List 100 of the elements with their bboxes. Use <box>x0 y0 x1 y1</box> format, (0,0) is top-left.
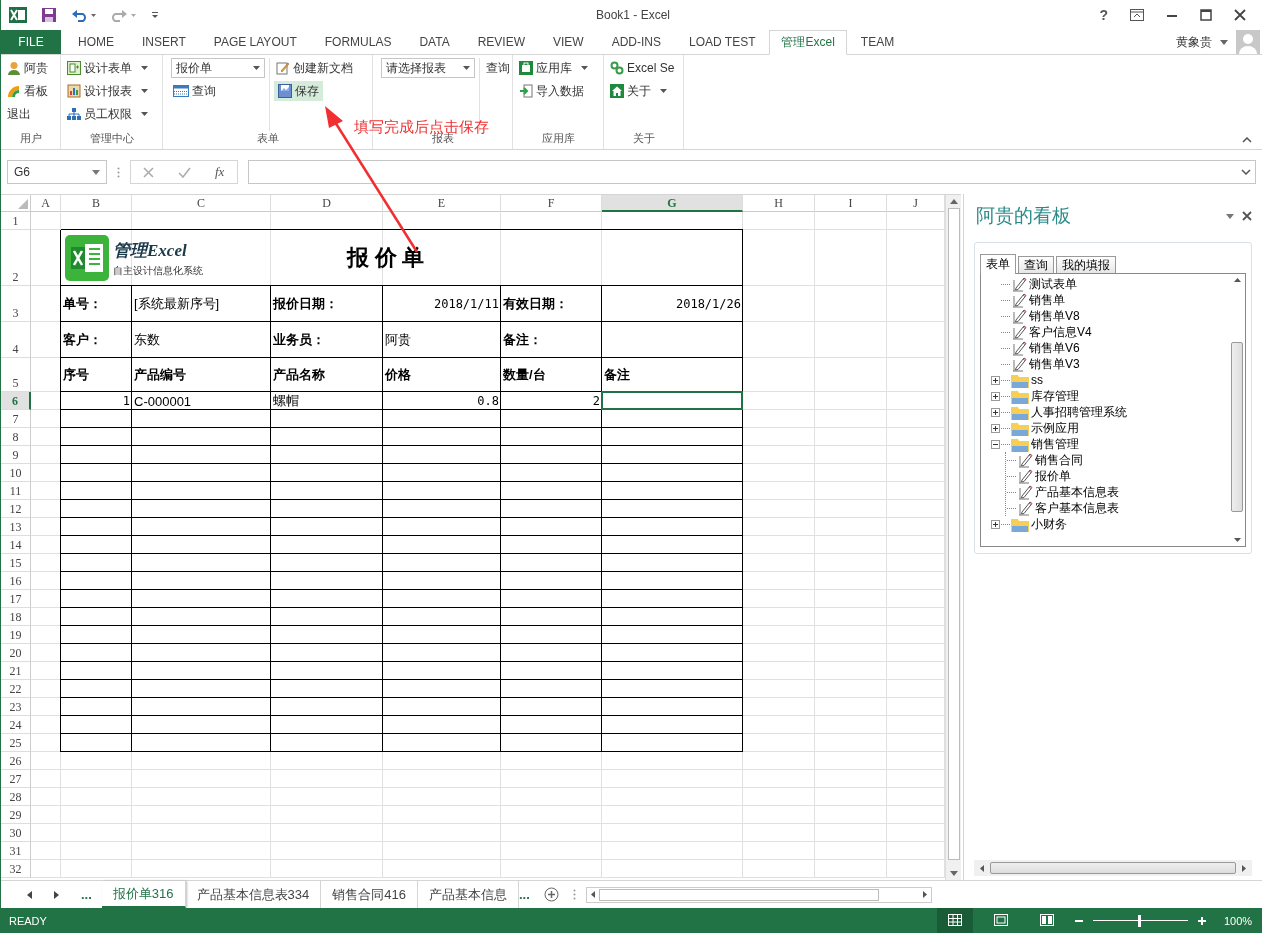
tree-item[interactable]: 销售管理 <box>1031 435 1079 453</box>
formula-input[interactable] <box>248 160 1256 184</box>
horizontal-scrollbar[interactable] <box>974 860 1252 876</box>
caret-icon[interactable] <box>1226 213 1234 219</box>
column-header[interactable]: C <box>132 195 271 212</box>
customize-toolbar-icon[interactable] <box>151 10 159 20</box>
add-sheet-icon[interactable] <box>543 887 559 902</box>
collapse-icon[interactable] <box>991 439 1000 449</box>
row-header[interactable]: 24 <box>1 716 31 734</box>
ribbon-tab[interactable]: FILE <box>1 30 61 54</box>
row-header[interactable]: 6 <box>1 392 31 410</box>
sheet-tab[interactable]: 报价单316 <box>101 881 186 908</box>
maximize-icon[interactable] <box>1200 9 1212 21</box>
app-library-menu[interactable]: 应用库 <box>517 58 590 78</box>
user-button[interactable]: 阿贵 <box>5 58 50 78</box>
ribbon-tab[interactable]: REVIEW <box>463 30 539 54</box>
splitter-icon[interactable] <box>572 889 576 900</box>
column-header[interactable]: J <box>887 195 945 212</box>
panel-tab[interactable]: 查询 <box>1018 256 1054 273</box>
help-button[interactable]: ? <box>1099 7 1108 23</box>
row-header[interactable]: 12 <box>1 500 31 518</box>
column-header[interactable]: H <box>743 195 815 212</box>
row-header[interactable]: 1 <box>1 212 31 230</box>
scroll-right-icon[interactable] <box>54 890 59 899</box>
ribbon-tab[interactable]: 管理Excel <box>769 30 847 55</box>
design-form-menu[interactable]: 设计表单 <box>65 58 150 78</box>
selected-cell[interactable] <box>601 391 743 410</box>
scroll-down-icon[interactable] <box>949 871 958 876</box>
row-header[interactable]: 25 <box>1 734 31 752</box>
tree-item[interactable]: 销售单V8 <box>1029 307 1080 325</box>
scrollbar-thumb[interactable] <box>947 208 960 860</box>
row-header[interactable]: 18 <box>1 608 31 626</box>
more-sheets-button[interactable]: ... <box>81 887 102 902</box>
scroll-left-icon[interactable] <box>27 890 32 899</box>
ribbon-tab[interactable]: LOAD TEST <box>675 30 770 54</box>
query-button[interactable]: 查询 <box>171 81 218 101</box>
expand-icon[interactable] <box>991 407 1000 417</box>
zoom-in-icon[interactable] <box>1198 916 1206 925</box>
tree-item[interactable]: 小财务 <box>1031 515 1067 533</box>
scrollbar-thumb[interactable] <box>598 888 879 901</box>
query-button[interactable]: 查询 <box>484 58 512 78</box>
expand-icon[interactable] <box>991 391 1000 401</box>
insert-function-button[interactable]: fx <box>215 164 225 180</box>
row-header[interactable]: 15 <box>1 554 31 572</box>
close-icon[interactable] <box>1242 211 1252 221</box>
scroll-up-icon[interactable] <box>949 199 958 204</box>
tree-item[interactable]: 客户信息V4 <box>1029 323 1092 341</box>
tree-item[interactable]: 销售单V6 <box>1029 339 1080 357</box>
logout-button[interactable]: 退出 <box>5 104 33 124</box>
tree-item[interactable]: ss <box>1031 373 1043 387</box>
report-dropdown[interactable]: 请选择报表 <box>381 58 475 78</box>
collapse-ribbon-icon[interactable] <box>1242 137 1252 143</box>
row-header[interactable]: 9 <box>1 446 31 464</box>
row-header[interactable]: 28 <box>1 788 31 806</box>
row-header[interactable]: 31 <box>1 842 31 860</box>
design-report-menu[interactable]: 设计报表 <box>65 81 150 101</box>
normal-view-icon[interactable] <box>937 908 973 933</box>
import-data-button[interactable]: 导入数据 <box>517 81 586 101</box>
row-header[interactable]: 26 <box>1 752 31 770</box>
tree-item[interactable]: 人事招聘管理系统 <box>1031 403 1127 421</box>
more-sheets-button[interactable]: ... <box>518 887 540 902</box>
row-header[interactable]: 21 <box>1 662 31 680</box>
expand-icon[interactable] <box>1241 169 1251 175</box>
tree-item[interactable]: 销售合同 <box>1035 451 1083 469</box>
column-header[interactable]: B <box>61 195 132 212</box>
excel-server-button[interactable]: Excel Se <box>608 58 677 78</box>
row-header[interactable]: 14 <box>1 536 31 554</box>
vertical-scrollbar[interactable] <box>945 195 961 880</box>
ribbon-tab[interactable]: DATA <box>405 30 464 54</box>
ribbon-tab[interactable]: INSERT <box>128 30 200 54</box>
column-header[interactable]: I <box>815 195 887 212</box>
row-header[interactable]: 13 <box>1 518 31 536</box>
column-header[interactable]: D <box>271 195 383 212</box>
panel-tab[interactable]: 我的填报 <box>1056 256 1116 273</box>
row-header[interactable]: 17 <box>1 590 31 608</box>
tree-item[interactable]: 产品基本信息表 <box>1035 483 1119 501</box>
tree-item[interactable]: 示例应用 <box>1031 419 1079 437</box>
new-document-button[interactable]: 创建新文档 <box>274 58 355 78</box>
expand-icon[interactable] <box>991 375 1000 385</box>
ribbon-tab[interactable]: FORMULAS <box>310 30 406 54</box>
row-header[interactable]: 7 <box>1 410 31 428</box>
row-header[interactable]: 22 <box>1 680 31 698</box>
ribbon-display-icon[interactable] <box>1130 9 1144 21</box>
row-header[interactable]: 32 <box>1 860 31 878</box>
ribbon-tab[interactable]: VIEW <box>539 30 598 54</box>
save-icon[interactable] <box>41 7 57 23</box>
row-header[interactable]: 30 <box>1 824 31 842</box>
expand-icon[interactable] <box>991 423 1000 433</box>
row-header[interactable]: 19 <box>1 626 31 644</box>
expand-icon[interactable] <box>991 519 1000 529</box>
tree-item[interactable]: 测试表单 <box>1029 275 1077 293</box>
row-header[interactable]: 2 <box>1 230 31 286</box>
column-header[interactable]: F <box>501 195 602 212</box>
row-header[interactable]: 8 <box>1 428 31 446</box>
row-header[interactable]: 27 <box>1 770 31 788</box>
zoom-level[interactable]: 100% <box>1224 914 1254 927</box>
close-icon[interactable] <box>1234 9 1246 21</box>
scroll-right-icon[interactable] <box>922 891 927 898</box>
tree-item[interactable]: 客户基本信息表 <box>1035 499 1119 517</box>
scroll-up-icon[interactable] <box>1233 278 1241 282</box>
